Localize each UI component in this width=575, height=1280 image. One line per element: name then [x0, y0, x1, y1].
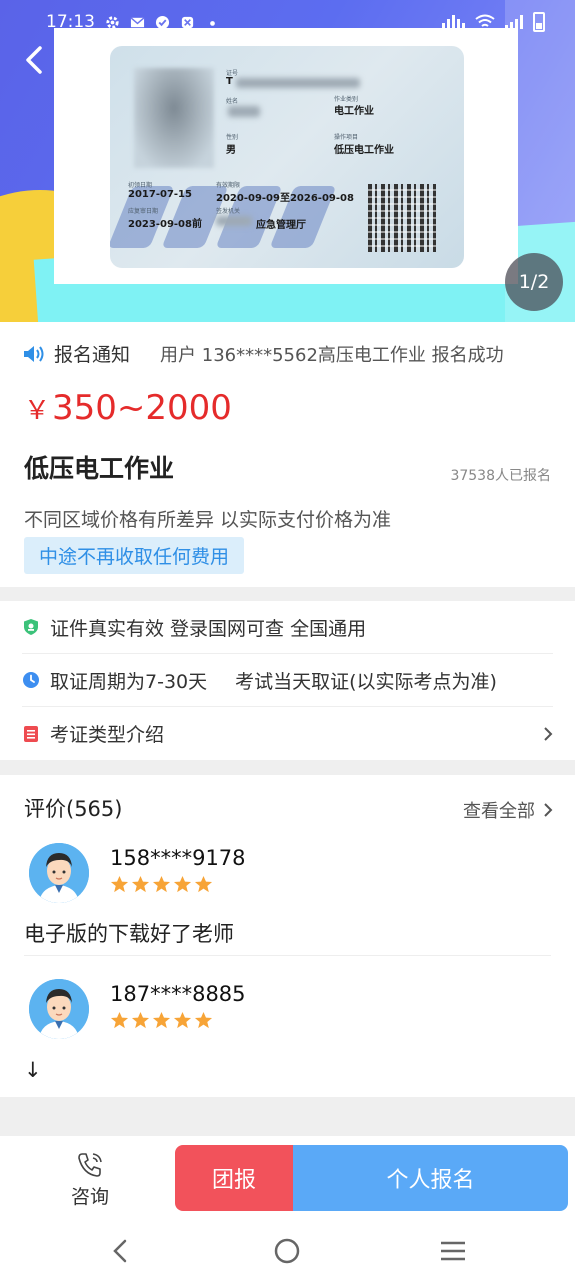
- review-rating: [110, 875, 213, 894]
- signup-notice: 报名通知 用户 136****5562高压电工作业 报名成功: [22, 340, 555, 367]
- card-validity-label: 有效期限: [216, 182, 241, 189]
- review-text: 电子版的下载好了老师: [24, 922, 234, 946]
- card-first-issue-value: 2017-07-15: [128, 189, 192, 200]
- user-avatar-icon: [29, 979, 89, 1039]
- feature-period-text: 取证周期为7-30天: [50, 670, 208, 693]
- banner: 17:13 证号 T 姓名 作业类别 电工作业 性别 男 操作项目 低压电工作业…: [0, 0, 575, 322]
- cert-type-intro-row[interactable]: 考证类型介绍: [22, 707, 553, 760]
- card-issuer-label: 签发机关: [216, 208, 241, 215]
- certificate-card: 证号 T 姓名 作业类别 电工作业 性别 男 操作项目 低压电工作业 初领日期 …: [110, 46, 464, 268]
- card-issuer-redaction: [216, 216, 252, 226]
- wifi-icon: [475, 14, 495, 27]
- card-name-label: 姓名: [226, 98, 239, 105]
- star-icon: [173, 1011, 192, 1029]
- price-currency: ￥: [24, 396, 51, 426]
- price-value: 350~2000: [52, 388, 232, 428]
- feature-period: 取证周期为7-30天 考试当天取证(以实际考点为准): [22, 654, 553, 707]
- nav-menu-icon[interactable]: [438, 1236, 468, 1266]
- review-rating: [110, 1011, 213, 1030]
- check-status-icon: [155, 15, 170, 29]
- qr-code: [368, 184, 436, 252]
- no-fee-badge: 中途不再收取任何费用: [24, 537, 245, 574]
- star-icon: [110, 1011, 129, 1029]
- settings-status-icon: [106, 15, 119, 29]
- consult-button[interactable]: 咨询: [40, 1150, 140, 1209]
- speaker-icon: [24, 345, 44, 362]
- feature-authentic-text: 证件真实有效 登录国网可查 全国通用: [50, 617, 367, 640]
- cert-type-intro-text: 考证类型介绍: [50, 724, 165, 746]
- chevron-right-icon: [544, 803, 553, 817]
- review-username: 187****8885: [110, 982, 246, 1006]
- star-icon: [194, 875, 213, 893]
- card-item-label: 操作项目: [334, 134, 359, 141]
- card-validity-value: 2020-09-09至2026-09-08: [216, 193, 354, 204]
- enrolled-count: 37538人已报名: [450, 468, 551, 484]
- view-all-reviews-link[interactable]: 查看全部: [463, 797, 553, 823]
- review-username: 158****9178: [110, 846, 246, 870]
- price: ￥ 350~2000: [24, 388, 232, 428]
- card-issuer-value: 应急管理厅: [256, 220, 306, 231]
- notice-text: 用户 136****5562高压电工作业 报名成功: [160, 344, 504, 366]
- divider: [24, 955, 551, 956]
- avatar: [29, 843, 89, 903]
- star-icon: [152, 875, 171, 893]
- group-signup-button[interactable]: 团报: [175, 1145, 293, 1211]
- phone-icon: [78, 1153, 102, 1177]
- feature-authentic: 证件真实有效 登录国网可查 全国通用: [22, 601, 553, 654]
- reviews-title: 评价(565): [24, 797, 123, 821]
- card-id-value: T: [226, 76, 233, 87]
- nav-home-icon[interactable]: [272, 1236, 302, 1266]
- status-time: 17:13: [46, 12, 95, 32]
- consult-label: 咨询: [70, 1186, 109, 1208]
- card-photo: [134, 68, 214, 168]
- document-icon: [24, 725, 38, 742]
- star-icon: [110, 875, 129, 893]
- avatar: [29, 979, 89, 1039]
- user-avatar-icon: [29, 843, 89, 903]
- card-item-value: 低压电工作业: [334, 145, 394, 156]
- card-first-issue-label: 初领日期: [128, 182, 153, 189]
- reviews-section: 评价(565) 查看全部 158****9178 电子版的下载好了老师 187*…: [0, 775, 575, 1097]
- card-id-redaction: [236, 78, 360, 88]
- dot-status-icon: [210, 20, 215, 26]
- signal-icon: [505, 15, 523, 29]
- card-gender-label: 性别: [226, 134, 239, 141]
- battery-icon: [533, 12, 545, 32]
- status-bar: 17:13: [0, 0, 575, 44]
- features-list: 证件真实有效 登录国网可查 全国通用 取证周期为7-30天 考试当天取证(以实际…: [0, 601, 575, 760]
- star-icon: [194, 1011, 213, 1029]
- system-navigation-bar: [0, 1222, 575, 1280]
- card-review-label: 应复审日期: [128, 208, 159, 215]
- star-icon: [173, 875, 192, 893]
- chevron-right-icon: [544, 726, 553, 741]
- nav-back-icon[interactable]: [106, 1236, 136, 1266]
- review-text: ↓: [24, 1058, 42, 1082]
- card-name-redaction: [228, 106, 260, 117]
- back-arrow-icon[interactable]: [18, 40, 52, 80]
- star-icon: [152, 1011, 171, 1029]
- card-review-value: 2023-09-08前: [128, 219, 202, 230]
- app-status-icon: [181, 16, 194, 28]
- view-all-label: 查看全部: [463, 801, 535, 822]
- price-note: 不同区域价格有所差异 以实际支付价格为准: [24, 509, 392, 531]
- image-pager: 1/2: [505, 253, 563, 311]
- star-icon: [131, 875, 150, 893]
- mail-status-icon: [130, 16, 145, 27]
- card-category-value: 电工作业: [334, 106, 374, 117]
- notice-title: 报名通知: [54, 344, 131, 366]
- bottom-action-bar: 咨询 团报 个人报名: [0, 1136, 575, 1222]
- shield-icon: [24, 619, 38, 635]
- product-info: 报名通知 用户 136****5562高压电工作业 报名成功 ￥ 350~200…: [0, 322, 575, 587]
- clock-icon: [23, 672, 39, 688]
- feature-same-day-text: 考试当天取证(以实际考点为准): [235, 670, 497, 693]
- star-icon: [131, 1011, 150, 1029]
- vibrate-status-icon: [442, 15, 465, 29]
- certificate-image-frame[interactable]: 证号 T 姓名 作业类别 电工作业 性别 男 操作项目 低压电工作业 初领日期 …: [54, 28, 518, 284]
- card-gender-value: 男: [226, 145, 236, 156]
- personal-signup-button[interactable]: 个人报名: [293, 1145, 568, 1211]
- product-name: 低压电工作业: [24, 454, 175, 483]
